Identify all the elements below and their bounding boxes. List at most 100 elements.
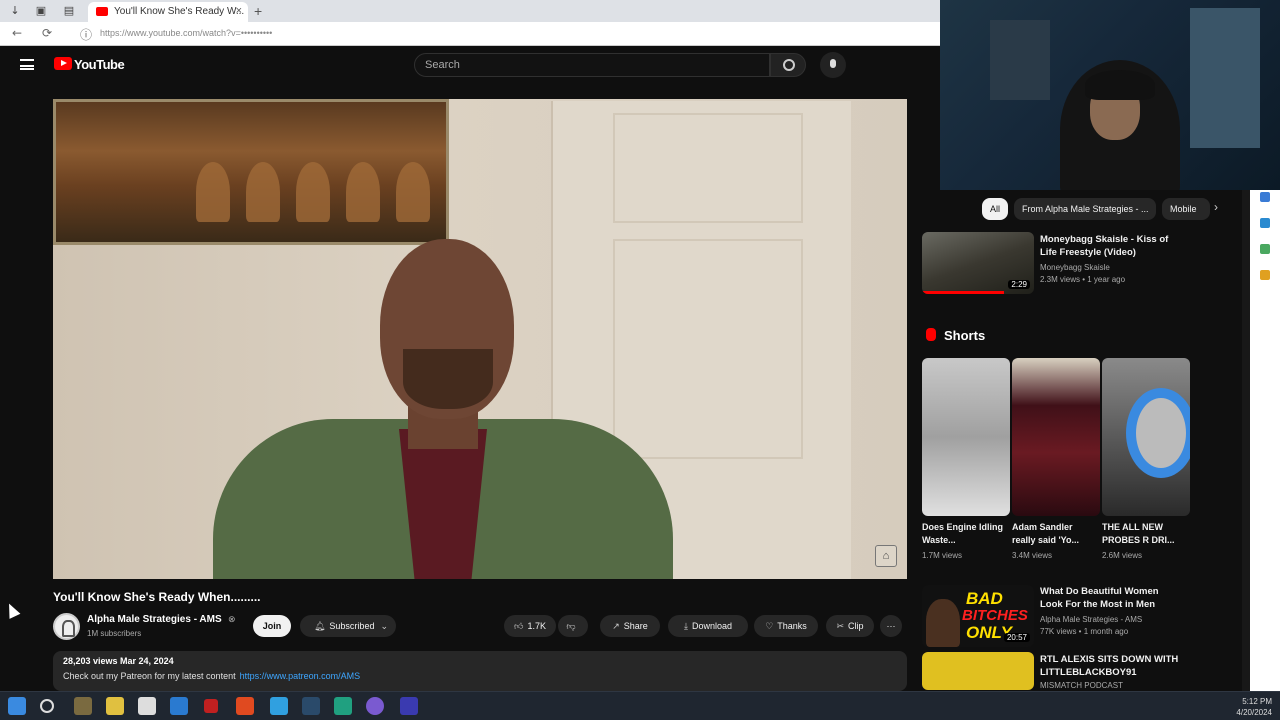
shorts-icon [926, 328, 936, 341]
browser-tab-bar: ↓ ▣ ▤ You'll Know She's Ready W... × + [0, 0, 940, 22]
clock-date: 4/20/2024 [1236, 708, 1272, 717]
menu-icon[interactable] [20, 59, 34, 70]
back-arrow-icon[interactable]: ← [12, 26, 22, 40]
watch-progress [922, 291, 1004, 294]
search-icon[interactable] [770, 53, 806, 77]
tab-strip-icon[interactable]: ▤ [62, 4, 76, 18]
webcam-shelf [990, 20, 1050, 100]
view-stats: 28,203 views Mar 24, 2024 [63, 656, 174, 666]
recommended-thumbnail[interactable] [922, 652, 1034, 690]
short-views: 2.6M views [1102, 551, 1143, 560]
like-count: 1.7K [527, 621, 546, 631]
scrollbar[interactable] [1242, 190, 1250, 691]
youtube-brand[interactable]: YouTube [74, 57, 125, 72]
download-button[interactable]: ⤓ Download [668, 615, 748, 637]
subscriber-count: 1M subscribers [87, 629, 142, 638]
scissors-icon: ✂ [836, 622, 845, 632]
short-thumbnail[interactable] [1012, 358, 1100, 516]
short-thumbnail[interactable] [922, 358, 1010, 516]
more-actions-button[interactable]: ··· [880, 615, 902, 637]
app-icon[interactable] [1260, 192, 1270, 202]
tab-youtube[interactable]: You'll Know She's Ready W... × [88, 2, 248, 22]
taskbar-app-icon[interactable] [74, 697, 92, 715]
like-button[interactable]: 👍︎ 1.7K [504, 615, 556, 637]
short-thumbnail-wheel [1126, 388, 1190, 478]
tab-group-icon[interactable]: ▣ [34, 4, 48, 18]
bell-icon: 🔔︎ [313, 622, 326, 632]
recommended-thumbnail[interactable]: BAD BITCHES ONLY 20:57 [922, 585, 1034, 647]
youtube-page: YouTube Search ⌂ You'll Know She's Ready… [2, 47, 940, 691]
webcam-overlay [940, 0, 1280, 190]
dislike-button[interactable]: 👎︎ [558, 615, 588, 637]
video-player[interactable]: ⌂ [53, 99, 907, 579]
start-icon[interactable] [8, 697, 26, 715]
app-icon[interactable] [1260, 244, 1270, 254]
taskbar-app-icon[interactable] [270, 697, 288, 715]
share-icon: ↗ [612, 622, 620, 632]
join-button[interactable]: Join [253, 615, 291, 637]
short-views: 1.7M views [922, 551, 963, 560]
recommended-thumbnail[interactable]: 2:29 [922, 232, 1034, 294]
recommended-channel[interactable]: Alpha Male Strategies - AMS [1040, 615, 1142, 624]
youtube-logo-icon[interactable] [54, 57, 72, 70]
short-thumbnail[interactable] [1102, 358, 1190, 516]
system-clock[interactable]: 5:12 PM 4/20/2024 [1236, 696, 1272, 718]
thanks-button[interactable]: ♡ Thanks [754, 615, 818, 637]
share-label: Share [623, 621, 648, 631]
clock-time: 5:12 PM [1242, 697, 1272, 706]
taskbar-app-icon[interactable] [302, 697, 320, 715]
search-input[interactable]: Search [414, 53, 770, 77]
video-frame-painting [53, 99, 449, 245]
recommended-meta: 2.3M views • 1 year ago [1040, 275, 1126, 284]
chip-all[interactable]: All [982, 198, 1008, 220]
recommended-title[interactable]: Moneybagg Skaisle - Kiss of Life Freesty… [1040, 233, 1180, 259]
tab-close-icon[interactable]: × [236, 5, 242, 17]
speaker-beard [403, 349, 493, 409]
chrome-icon[interactable] [236, 697, 254, 715]
description-box[interactable]: 28,203 views Mar 24, 2024 Check out my P… [53, 651, 907, 691]
chip-from-channel[interactable]: From Alpha Male Strategies - ... [1014, 198, 1156, 220]
site-info-icon[interactable]: ⓘ [80, 26, 92, 43]
description-body: Check out my Patreon for my latest conte… [63, 671, 236, 681]
url-field[interactable]: https://www.youtube.com/watch?v=••••••••… [100, 28, 272, 38]
taskbar-app-icon[interactable] [400, 697, 418, 715]
app-icon[interactable] [1260, 218, 1270, 228]
microphone-icon[interactable] [820, 52, 846, 78]
download-icon: ⤓ [683, 622, 688, 632]
recommended-title[interactable]: What Do Beautiful Women Look For the Mos… [1040, 585, 1180, 611]
channel-watermark-icon[interactable]: ⌂ [875, 545, 897, 567]
download-icon[interactable]: ↓ [8, 4, 22, 18]
app-icon[interactable] [1260, 270, 1270, 280]
description-text: Check out my Patreon for my latest conte… [63, 671, 360, 681]
tab-title: You'll Know She's Ready W... [114, 6, 245, 17]
verified-badge-icon: ⊗ [228, 614, 236, 624]
channel-name[interactable]: Alpha Male Strategies - AMS [87, 614, 222, 625]
recommended-channel[interactable]: MISMATCH PODCAST [1040, 681, 1123, 690]
file-explorer-icon[interactable] [106, 697, 124, 715]
reload-icon[interactable]: ⟳ [42, 26, 52, 40]
chip-mobile[interactable]: Mobile [1162, 198, 1210, 220]
clip-button[interactable]: ✂ Clip [826, 615, 874, 637]
description-link[interactable]: https://www.patreon.com/AMS [240, 671, 361, 681]
channel-avatar[interactable] [53, 613, 80, 640]
new-tab-button[interactable]: + [254, 3, 262, 19]
short-title[interactable]: Does Engine Idling Waste... [922, 521, 1008, 547]
youtube-favicon-icon [96, 7, 108, 16]
webcam-hair [1085, 70, 1155, 100]
taskbar-app-icon[interactable] [204, 699, 218, 713]
recommended-title[interactable]: RTL ALEXIS SITS DOWN WITH LITTLEBLACKBOY… [1040, 653, 1180, 679]
obs-icon[interactable] [366, 697, 384, 715]
mail-icon[interactable] [170, 697, 188, 715]
youtube-top-bar: YouTube Search [2, 47, 940, 83]
short-title[interactable]: Adam Sandler really said 'Yo... [1012, 521, 1098, 547]
share-button[interactable]: ↗ Share [600, 615, 660, 637]
right-edge-panel [1250, 190, 1280, 691]
chevron-right-icon[interactable]: › [1214, 200, 1218, 214]
short-title[interactable]: THE ALL NEW PROBES R DRI... [1102, 521, 1188, 547]
search-icon[interactable] [40, 699, 54, 713]
recommended-channel[interactable]: Moneybagg Skaisle [1040, 263, 1110, 272]
edge-icon[interactable] [334, 697, 352, 715]
taskbar-app-icon[interactable] [138, 697, 156, 715]
subscribed-button[interactable]: 🔔︎ Subscribed ⌄ [300, 615, 396, 637]
duration-badge: 20:57 [1003, 633, 1030, 642]
